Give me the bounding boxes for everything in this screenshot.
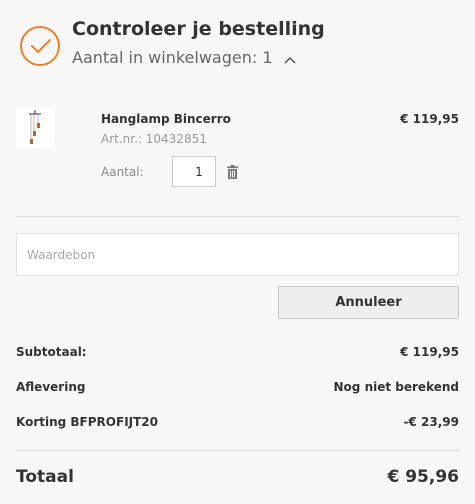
subtotal-row: Subtotaal: € 119,95 (16, 345, 459, 363)
product-thumbnail[interactable] (16, 108, 54, 148)
total-label: Totaal (16, 467, 74, 487)
total-value: € 95,96 (387, 467, 459, 487)
delivery-label: Aflevering (16, 380, 86, 394)
cart-count-label: Aantal in winkelwagen: 1 (72, 48, 273, 67)
quantity-label: Aantal: (101, 165, 144, 179)
chevron-up-icon (284, 49, 296, 68)
page-title: Controleer je bestelling (72, 18, 325, 40)
order-review-header: Controleer je bestelling Aantal in winke… (20, 18, 460, 72)
cart-count-toggle[interactable]: Aantal in winkelwagen: 1 (72, 48, 296, 68)
divider (16, 450, 459, 451)
divider (16, 216, 459, 217)
cancel-button[interactable]: Annuleer (278, 286, 459, 319)
voucher-input[interactable] (16, 233, 459, 276)
total-row: Totaal € 95,96 (16, 467, 459, 491)
delivery-value: Nog niet berekend (333, 380, 459, 394)
discount-row: Korting BFPROFIJT20 -€ 23,99 (16, 415, 459, 433)
discount-value: -€ 23,99 (403, 415, 459, 429)
product-article-number: Art.nr.: 10432851 (101, 132, 207, 146)
discount-label: Korting BFPROFIJT20 (16, 415, 159, 429)
subtotal-label: Subtotaal: (16, 345, 87, 359)
cart-item: Hanglamp Bincerro Art.nr.: 10432851 € 11… (16, 108, 459, 198)
product-name[interactable]: Hanglamp Bincerro (101, 112, 231, 126)
check-circle-icon (20, 26, 60, 66)
delivery-row: Aflevering Nog niet berekend (16, 380, 459, 398)
product-price: € 119,95 (400, 112, 459, 126)
trash-icon[interactable] (227, 164, 238, 179)
quantity-input[interactable] (172, 156, 216, 187)
subtotal-value: € 119,95 (400, 345, 459, 359)
